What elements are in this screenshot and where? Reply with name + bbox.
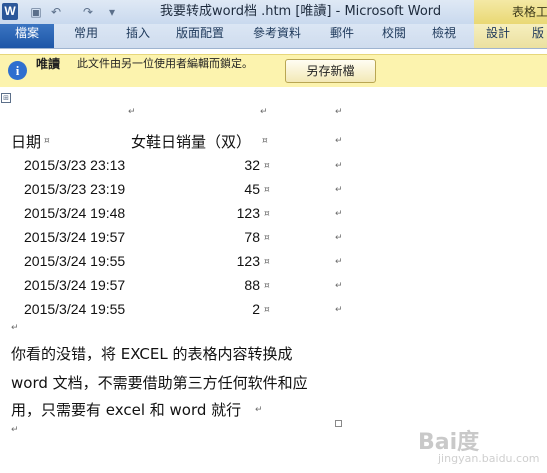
cell-end-mark: ¤ xyxy=(264,281,270,291)
table-tools-group-label: 表格工 xyxy=(474,0,547,24)
table-cell-qty: 88 xyxy=(244,277,260,293)
cell-end-mark: ¤ xyxy=(264,233,270,243)
paragraph-mark: ↵ xyxy=(255,405,263,415)
row-end-mark: ↵ xyxy=(335,257,343,267)
save-icon[interactable]: ▣ xyxy=(28,3,44,21)
paragraph-line: word 文档，不需要借助第三方任何软件和应 xyxy=(11,374,308,392)
tab-view[interactable]: 檢視 xyxy=(422,24,466,48)
cell-end-mark: ↵ xyxy=(128,107,136,117)
row-end-mark: ↵ xyxy=(335,305,343,315)
row-end-mark: ↵ xyxy=(335,281,343,291)
message-text: 此文件由另一位使用者編輯而鎖定。 xyxy=(77,57,253,70)
tab-design[interactable]: 設計 xyxy=(476,24,520,48)
table-cell-qty: 78 xyxy=(244,229,260,245)
table-cell-qty: 2 xyxy=(252,301,260,317)
row-end-mark: ↵ xyxy=(335,161,343,171)
paragraph-line: 用，只需要有 excel 和 word 就行 xyxy=(11,401,242,419)
info-icon: i xyxy=(8,61,27,80)
table-cell-date: 2015/3/24 19:55 xyxy=(24,301,126,317)
tab-references[interactable]: 參考資料 xyxy=(244,24,310,48)
save-as-new-button[interactable]: 另存新檔 xyxy=(285,59,376,83)
redo-icon[interactable]: ↷ xyxy=(80,3,96,21)
cell-end-mark: ¤ xyxy=(264,209,270,219)
tab-file[interactable]: 檔案 xyxy=(0,24,54,48)
table-cell-date: 2015/3/23 23:13 xyxy=(24,157,126,173)
paragraph-mark: ↵ xyxy=(11,425,19,435)
customize-qat-icon[interactable]: ▾ xyxy=(104,3,120,21)
table-header-date: 日期 xyxy=(11,133,42,151)
table-cell-date: 2015/3/24 19:55 xyxy=(24,253,126,269)
table-cell-qty: 45 xyxy=(244,181,260,197)
table-cell-qty: 123 xyxy=(236,205,260,221)
row-end-mark: ↵ xyxy=(335,136,343,146)
watermark-sub: jingyan.baidu.com xyxy=(438,452,540,465)
cell-end-mark: ¤ xyxy=(264,161,270,171)
cell-end-mark: ¤ xyxy=(262,136,268,146)
tab-mailings[interactable]: 郵件 xyxy=(320,24,364,48)
document-canvas[interactable]: ⊞ 日期 ¤ 女鞋日销量（双） ¤ ↵ ↵ ↵ ↵ 2015/3/23 23:1… xyxy=(0,87,547,473)
paragraph-line: 你看的没错，将 EXCEL 的表格内容转换成 xyxy=(11,345,293,363)
cell-end-mark: ¤ xyxy=(264,305,270,315)
paragraph-mark: ↵ xyxy=(11,323,19,333)
table-cell-date: 2015/3/23 23:19 xyxy=(24,181,126,197)
tab-review[interactable]: 校閱 xyxy=(372,24,416,48)
word-app-icon[interactable]: W xyxy=(2,3,18,20)
row-end-mark: ↵ xyxy=(335,107,343,117)
table-cell-qty: 123 xyxy=(236,253,260,269)
table-cell-date: 2015/3/24 19:57 xyxy=(24,277,126,293)
window-title: 我要转成word档 .htm [唯讀] - Microsoft Word xyxy=(160,4,442,19)
ribbon-tabs: 檔案 常用 插入 版面配置 參考資料 郵件 校閱 檢視 設計 版 xyxy=(0,24,547,49)
tab-layout[interactable]: 版 xyxy=(526,24,547,48)
cell-end-mark: ↵ xyxy=(260,107,268,117)
table-header-qty: 女鞋日销量（双） xyxy=(131,133,252,151)
cell-end-mark: ¤ xyxy=(264,185,270,195)
undo-icon[interactable]: ↶ xyxy=(48,3,64,21)
table-cell-date: 2015/3/24 19:48 xyxy=(24,205,126,221)
table-cell-qty: 32 xyxy=(244,157,260,173)
text-boundary-corner xyxy=(335,420,342,427)
row-end-mark: ↵ xyxy=(335,209,343,219)
tab-home[interactable]: 常用 xyxy=(62,24,110,48)
table-cell-date: 2015/3/24 19:57 xyxy=(24,229,126,245)
row-end-mark: ↵ xyxy=(335,185,343,195)
title-bar: W ▣ ↶ ↷ ▾ 我要转成word档 .htm [唯讀] - Microsof… xyxy=(0,0,547,25)
baidu-watermark: Bai度 jingyan.baidu.com xyxy=(418,424,542,468)
cell-end-mark: ¤ xyxy=(44,136,50,146)
cell-end-mark: ¤ xyxy=(264,257,270,267)
tab-insert[interactable]: 插入 xyxy=(116,24,160,48)
message-title: 唯讀 xyxy=(36,57,61,71)
row-end-mark: ↵ xyxy=(335,233,343,243)
tab-page-layout[interactable]: 版面配置 xyxy=(168,24,232,48)
table-move-handle-icon[interactable]: ⊞ xyxy=(1,93,11,103)
message-bar: i 唯讀 此文件由另一位使用者編輯而鎖定。 另存新檔 xyxy=(0,54,547,88)
